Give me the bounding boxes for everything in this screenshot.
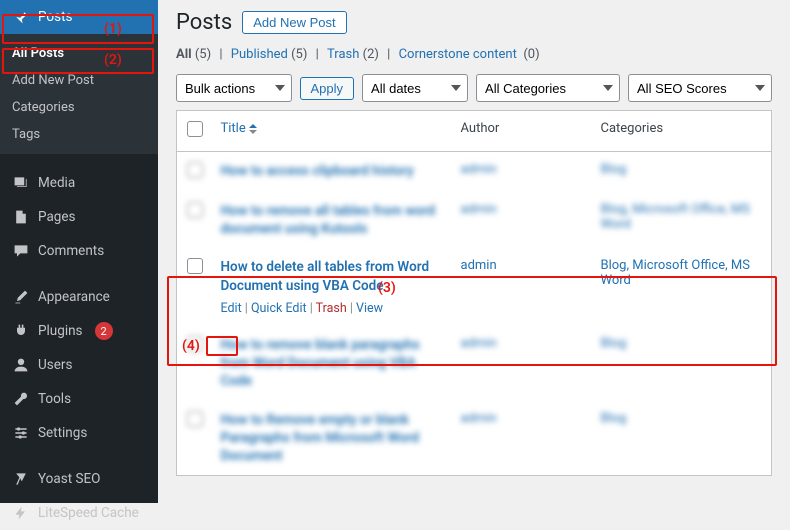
- wrench-icon: [12, 390, 30, 408]
- menu-users-label: Users: [38, 357, 72, 373]
- post-author-link[interactable]: admin: [461, 162, 497, 177]
- yoast-icon: [12, 470, 30, 488]
- apply-button[interactable]: Apply: [300, 77, 355, 100]
- table-row: How to delete all tables from Word Docum…: [177, 248, 772, 325]
- user-icon: [12, 356, 30, 374]
- sort-icon: [249, 124, 257, 134]
- filter-cornerstone-count: (0): [523, 47, 539, 62]
- filter-published[interactable]: Published: [231, 47, 288, 62]
- plugins-badge: 2: [95, 322, 113, 340]
- submenu-categories[interactable]: Categories: [0, 94, 158, 121]
- menu-media[interactable]: Media: [0, 166, 158, 200]
- list-toolbar: Bulk actions Apply All dates All Categor…: [176, 74, 772, 102]
- submenu-all-posts[interactable]: All Posts: [0, 40, 158, 67]
- menu-settings-label: Settings: [38, 425, 87, 441]
- post-categories[interactable]: Blog: [601, 336, 627, 351]
- pin-icon: [12, 8, 30, 26]
- posts-submenu: All Posts Add New Post Categories Tags: [0, 34, 158, 154]
- posts-table: Title Author Categories How to access cl…: [176, 110, 772, 476]
- menu-plugins[interactable]: Plugins 2: [0, 314, 158, 348]
- edit-link[interactable]: Edit: [221, 301, 242, 316]
- select-all-checkbox[interactable]: [187, 121, 203, 137]
- post-author-link[interactable]: admin: [461, 258, 497, 273]
- row-actions: Edit | Quick Edit | Trash | View: [221, 301, 441, 316]
- post-categories[interactable]: Blog, Microsoft Office, MS Word: [601, 258, 750, 288]
- admin-sidebar: Posts All Posts Add New Post Categories …: [0, 0, 158, 503]
- row-checkbox[interactable]: [187, 202, 203, 218]
- menu-litespeed[interactable]: LiteSpeed Cache: [0, 496, 158, 530]
- menu-tools[interactable]: Tools: [0, 382, 158, 416]
- post-title-link[interactable]: How to remove blank paragraphs from Word…: [221, 337, 420, 389]
- post-title-link[interactable]: How to remove all tables from word docum…: [221, 203, 436, 237]
- filter-all[interactable]: All: [176, 47, 192, 62]
- row-checkbox[interactable]: [187, 336, 203, 352]
- post-title-link[interactable]: How to access clipboard history: [221, 163, 414, 179]
- menu-pages-label: Pages: [38, 209, 76, 225]
- post-categories[interactable]: Blog: [601, 162, 627, 177]
- menu-appearance[interactable]: Appearance: [0, 280, 158, 314]
- brush-icon: [12, 288, 30, 306]
- menu-yoast-label: Yoast SEO: [38, 471, 100, 487]
- content-area: Posts Add New Post All (5) | Published (…: [158, 0, 790, 503]
- media-icon: [12, 174, 30, 192]
- menu-yoast[interactable]: Yoast SEO: [0, 462, 158, 496]
- categories-select[interactable]: All Categories: [476, 74, 620, 102]
- filter-trash-count: (2): [363, 47, 379, 62]
- table-row: How to remove blank paragraphs from Word…: [177, 326, 772, 401]
- filter-all-count: (5): [195, 47, 211, 62]
- col-title[interactable]: Title: [211, 111, 451, 152]
- menu-posts-label: Posts: [38, 9, 72, 25]
- filter-cornerstone[interactable]: Cornerstone content: [399, 47, 517, 62]
- table-row: How to remove all tables from word docum…: [177, 192, 772, 248]
- filter-trash[interactable]: Trash: [327, 47, 359, 62]
- sliders-icon: [12, 424, 30, 442]
- menu-tools-label: Tools: [38, 391, 71, 407]
- page-icon: [12, 208, 30, 226]
- post-title-link[interactable]: How to Remove empty or blank Paragraphs …: [221, 412, 419, 464]
- post-categories[interactable]: Blog, Microsoft Office, MS Word: [601, 202, 750, 232]
- col-author[interactable]: Author: [451, 111, 591, 152]
- status-filters: All (5) | Published (5) | Trash (2) | Co…: [176, 47, 772, 62]
- menu-posts[interactable]: Posts: [0, 0, 158, 34]
- view-link[interactable]: View: [356, 301, 383, 316]
- page-title: Posts: [176, 10, 232, 35]
- col-categories[interactable]: Categories: [591, 111, 772, 152]
- seo-scores-select[interactable]: All SEO Scores: [628, 74, 772, 102]
- bolt-icon: [12, 504, 30, 522]
- post-author-link[interactable]: admin: [461, 336, 497, 351]
- post-title-link[interactable]: How to delete all tables from Word Docum…: [221, 259, 430, 293]
- filter-published-count: (5): [291, 47, 307, 62]
- dates-select[interactable]: All dates: [362, 74, 468, 102]
- menu-comments-label: Comments: [38, 243, 104, 259]
- bulk-actions-select[interactable]: Bulk actions: [176, 74, 292, 102]
- add-new-post-button[interactable]: Add New Post: [242, 11, 346, 34]
- submenu-add-new[interactable]: Add New Post: [0, 67, 158, 94]
- menu-litespeed-label: LiteSpeed Cache: [38, 505, 139, 521]
- post-author-link[interactable]: admin: [461, 202, 497, 217]
- menu-appearance-label: Appearance: [38, 289, 110, 305]
- table-row: How to Remove empty or blank Paragraphs …: [177, 401, 772, 476]
- menu-media-label: Media: [38, 175, 75, 191]
- menu-settings[interactable]: Settings: [0, 416, 158, 450]
- post-author-link[interactable]: admin: [461, 411, 497, 426]
- trash-link[interactable]: Trash: [316, 301, 347, 316]
- row-checkbox[interactable]: [187, 411, 203, 427]
- table-row: How to access clipboard history admin Bl…: [177, 152, 772, 193]
- submenu-tags[interactable]: Tags: [0, 121, 158, 148]
- quick-edit-link[interactable]: Quick Edit: [251, 301, 307, 316]
- row-checkbox[interactable]: [187, 162, 203, 178]
- menu-plugins-label: Plugins: [38, 323, 83, 339]
- plug-icon: [12, 322, 30, 340]
- menu-users[interactable]: Users: [0, 348, 158, 382]
- menu-comments[interactable]: Comments: [0, 234, 158, 268]
- row-checkbox[interactable]: [187, 258, 203, 274]
- menu-pages[interactable]: Pages: [0, 200, 158, 234]
- comment-icon: [12, 242, 30, 260]
- post-categories[interactable]: Blog: [601, 411, 627, 426]
